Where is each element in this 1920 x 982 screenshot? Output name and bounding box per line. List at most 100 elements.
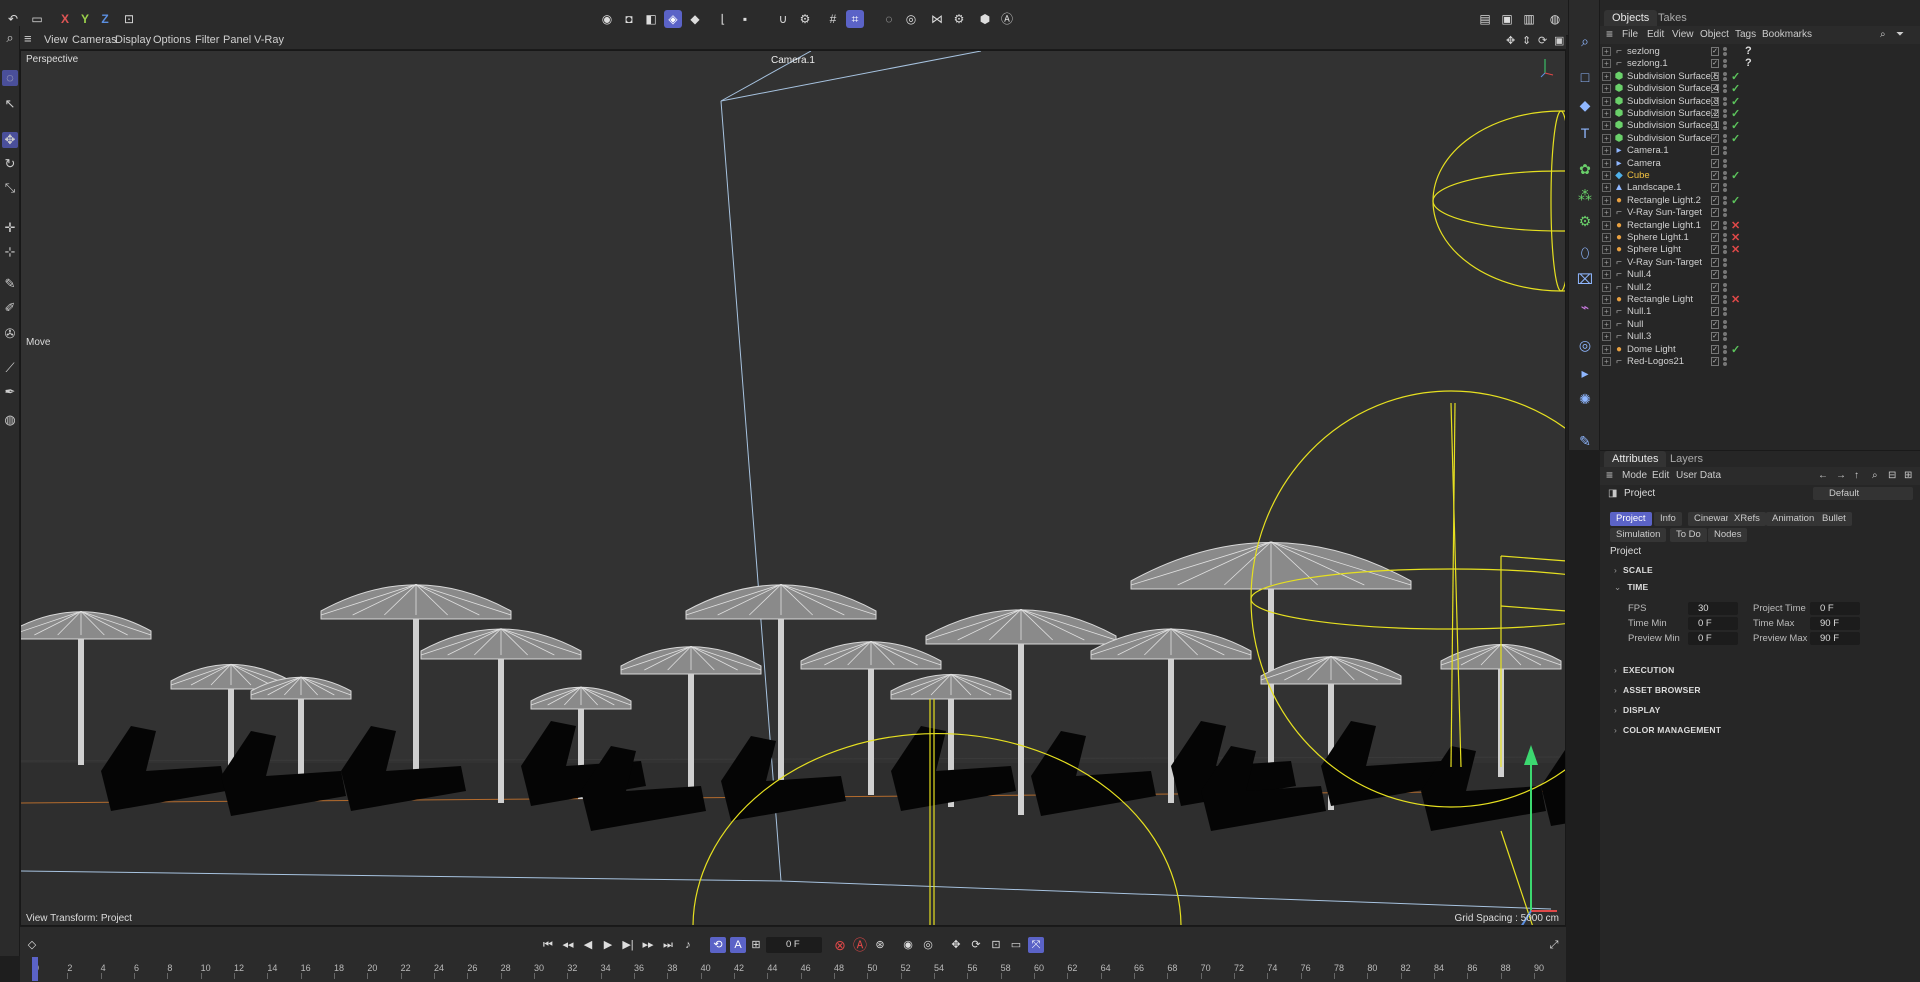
time-min-field[interactable]: 0 F [1688, 617, 1738, 630]
next-frame-icon[interactable]: ▶| [620, 937, 636, 953]
autokeying-icon[interactable]: Ⓐ [852, 937, 868, 953]
back-arrow-icon[interactable]: ← [1818, 470, 1828, 481]
environment-icon[interactable]: ◎ [1576, 336, 1594, 354]
camera-object-icon[interactable]: ▸ [1576, 364, 1594, 382]
attr-tab-nodes[interactable]: Nodes [1708, 528, 1748, 542]
disabled-cross-icon[interactable]: ✕ [1731, 293, 1740, 306]
hamburger-menu-icon[interactable]: ≡ [24, 31, 32, 46]
cloner-icon[interactable]: ⁂ [1576, 186, 1594, 204]
layer-checkbox-icon[interactable]: ✓ [1711, 71, 1719, 81]
scale-tool-icon[interactable]: ⤡ [2, 180, 18, 196]
active-camera-label[interactable]: Camera.1 [771, 55, 815, 66]
search-object-icon[interactable]: ⌕ [1576, 32, 1594, 50]
layer-checkbox-icon[interactable]: ✓ [1711, 270, 1719, 280]
settings-gear-icon[interactable]: ⚙ [796, 10, 814, 28]
visibility-dots-icon[interactable] [1723, 270, 1727, 280]
uv-mode-icon[interactable]: ◆ [686, 10, 704, 28]
deformer-gear-icon[interactable]: ⚙ [1576, 212, 1594, 230]
viewport-menu-display[interactable]: Display [115, 34, 151, 46]
visibility-dots-icon[interactable] [1723, 121, 1727, 131]
fps-field[interactable]: 30 [1688, 602, 1738, 615]
object-name[interactable]: Null [1627, 319, 1643, 330]
visibility-dots-icon[interactable] [1723, 183, 1727, 193]
visibility-dots-icon[interactable] [1723, 59, 1727, 69]
tweak-mode-icon[interactable]: ▪ [736, 10, 754, 28]
tab-layers[interactable]: Layers [1662, 451, 1711, 467]
symmetry-settings-icon[interactable]: ⚙ [950, 10, 968, 28]
placement-tool-icon[interactable]: ⊹ [2, 244, 18, 260]
layout-icon[interactable]: ◍ [1546, 10, 1564, 28]
layer-checkbox-icon[interactable]: ✓ [1711, 233, 1719, 242]
layer-checkbox-icon[interactable]: ✓ [1711, 245, 1719, 255]
tag-icon[interactable]: ✎ [1576, 432, 1594, 450]
lock-icon[interactable]: ⊟ [1888, 470, 1896, 481]
attr-tab-info[interactable]: Info [1654, 512, 1682, 526]
key-rotation-icon[interactable]: ◎ [920, 937, 936, 953]
attr-tab-simulation[interactable]: Simulation [1610, 528, 1667, 542]
object-name[interactable]: Null.1 [1627, 306, 1651, 317]
visibility-dots-icon[interactable] [1723, 220, 1727, 231]
expand-toggle-icon[interactable]: + [1602, 71, 1611, 81]
layer-checkbox-icon[interactable]: ✓ [1711, 357, 1719, 366]
visibility-dots-icon[interactable] [1723, 319, 1727, 330]
cube-object-icon[interactable]: ◆ [1576, 96, 1594, 114]
key-pla-icon[interactable]: ▭ [1008, 937, 1024, 953]
next-key-icon[interactable]: ▸▸ [640, 937, 656, 953]
move-tool-icon[interactable]: ✥ [2, 132, 18, 148]
object-name[interactable]: Null.4 [1627, 269, 1651, 280]
layer-checkbox-icon[interactable]: ✓ [1711, 84, 1719, 94]
visibility-dots-icon[interactable] [1723, 332, 1727, 342]
viewport-menu-vray[interactable]: V-Ray [254, 34, 284, 46]
render-settings-icon[interactable]: ▥ [1520, 10, 1538, 28]
render-view-icon[interactable]: ▤ [1476, 10, 1494, 28]
expand-toggle-icon[interactable]: + [1602, 109, 1611, 118]
polygon-mode-icon[interactable]: ◈ [664, 10, 682, 28]
record-icon[interactable]: ⊗ [832, 937, 848, 953]
expand-toggle-icon[interactable]: + [1602, 357, 1611, 366]
object-name[interactable]: Landscape.1 [1627, 182, 1681, 193]
disabled-cross-icon[interactable]: ✕ [1731, 231, 1740, 244]
object-name[interactable]: Sphere Light [1627, 244, 1681, 255]
layer-checkbox-icon[interactable]: ✓ [1711, 146, 1719, 156]
generator-icon[interactable]: ✿ [1576, 160, 1594, 178]
preset-dropdown[interactable]: Default [1813, 487, 1913, 500]
model-mode-icon[interactable]: ◉ [598, 10, 616, 28]
enabled-check-icon[interactable]: ✓ [1731, 107, 1740, 120]
expand-toggle-icon[interactable]: + [1602, 270, 1611, 280]
section-display[interactable]: › DISPLAY [1614, 705, 1661, 715]
object-name[interactable]: Null.3 [1627, 331, 1651, 342]
layer-checkbox-icon[interactable]: ✓ [1711, 195, 1719, 205]
snap-icon[interactable]: ⌗ [846, 10, 864, 28]
search-icon[interactable]: ⌕ [1880, 29, 1886, 40]
expand-toggle-icon[interactable]: + [1602, 344, 1611, 354]
expand-toggle-icon[interactable]: + [1602, 59, 1611, 69]
visibility-dots-icon[interactable] [1723, 146, 1727, 156]
loop-icon[interactable]: ⟲ [710, 937, 726, 953]
hamburger-menu-icon[interactable]: ≡ [1606, 27, 1613, 41]
layer-checkbox-icon[interactable]: ✓ [1711, 121, 1719, 131]
enabled-check-icon[interactable]: ✓ [1731, 95, 1740, 108]
up-arrow-icon[interactable]: ↑ [1854, 470, 1859, 481]
visibility-dots-icon[interactable] [1723, 344, 1727, 355]
rotate-tool-icon[interactable]: ↻ [2, 156, 18, 172]
expand-toggle-icon[interactable]: + [1602, 158, 1611, 168]
objects-menu-tags[interactable]: Tags [1735, 29, 1756, 40]
object-name[interactable]: Subdivision Surface [1627, 133, 1711, 144]
missing-tag-icon[interactable]: ? [1745, 45, 1752, 57]
layer-checkbox-icon[interactable]: ✓ [1711, 220, 1719, 230]
expand-toggle-icon[interactable]: + [1602, 307, 1611, 317]
visibility-dots-icon[interactable] [1723, 295, 1727, 305]
search-icon[interactable]: ⌕ [2, 30, 18, 46]
expand-toggle-icon[interactable]: + [1602, 208, 1611, 218]
visibility-dots-icon[interactable] [1723, 171, 1727, 181]
layer-checkbox-icon[interactable]: ✓ [1711, 133, 1719, 143]
symmetry-icon[interactable]: ⋈ [928, 10, 946, 28]
play-icon[interactable]: ▶ [600, 937, 616, 953]
sound-icon[interactable]: ♪ [680, 937, 696, 953]
live-selection-icon[interactable]: ◌ [2, 70, 18, 86]
viewport-menu-view[interactable]: View [44, 34, 68, 46]
object-name[interactable]: sezlong.1 [1627, 58, 1668, 69]
visibility-dots-icon[interactable] [1723, 257, 1727, 268]
brush-icon[interactable]: ✇ [2, 326, 18, 342]
missing-tag-icon[interactable]: ? [1745, 57, 1752, 69]
